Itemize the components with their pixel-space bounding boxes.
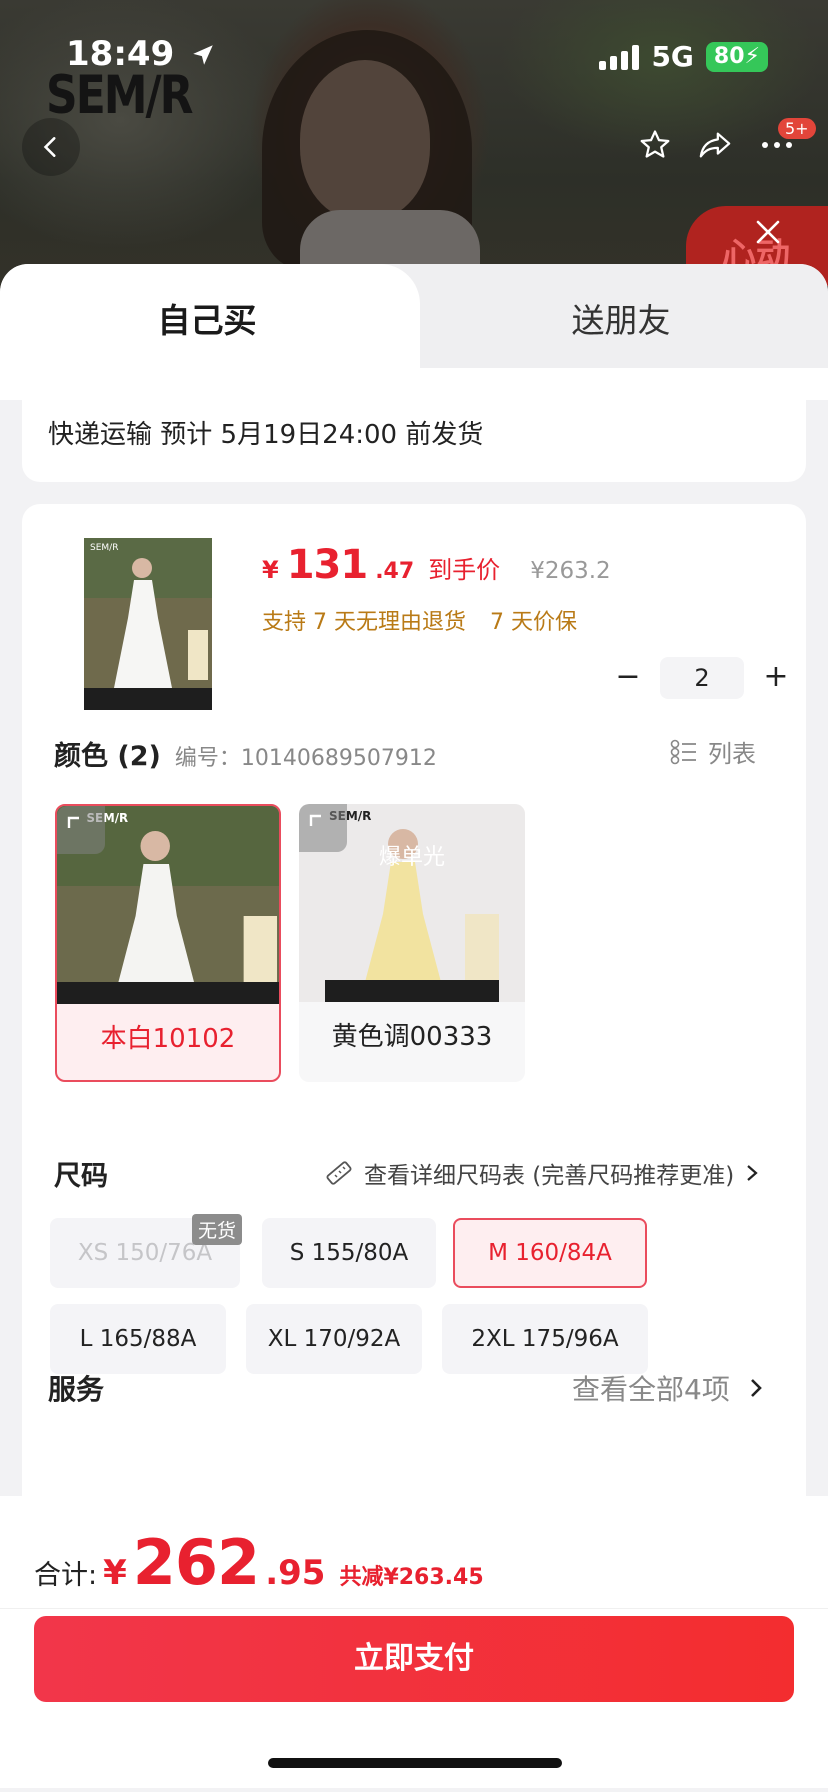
svg-text:SEM/R: SEM/R: [90, 543, 118, 553]
view-all-services-label: 查看全部4项: [572, 1373, 730, 1406]
pay-now-button[interactable]: 立即支付: [34, 1616, 794, 1702]
total-row: 合计: ¥262.95 共减¥263.45: [34, 1526, 484, 1599]
size-guide-label: 查看详细尺码表 (完善尺码推荐更准): [364, 1163, 735, 1189]
shipping-card: 快递运输 预计 5月19日24:00 前发货: [22, 400, 806, 482]
color-title: 颜色 (2): [54, 741, 161, 772]
signal-icon: [599, 44, 640, 70]
status-time: 18:49: [66, 34, 216, 74]
price-currency: ¥: [262, 556, 279, 584]
star-icon: [640, 130, 670, 158]
quantity-stepper: − 2 +: [606, 656, 798, 700]
battery-icon: 80⚡: [705, 41, 768, 72]
battery-level: 80: [713, 43, 745, 69]
size-option-l[interactable]: L 165/88A: [50, 1304, 226, 1374]
color-option-label: 本白10102: [100, 1024, 236, 1054]
size-guide-link[interactable]: 查看详细尺码表 (完善尺码推荐更准): [324, 1156, 760, 1190]
total-label: 合计:: [34, 1560, 98, 1591]
shipping-estimate: 快递运输 预计 5月19日24:00 前发货: [48, 420, 484, 450]
expand-icon[interactable]: [299, 804, 347, 852]
out-of-stock-badge: 无货: [192, 1214, 243, 1245]
expand-icon[interactable]: [57, 806, 105, 854]
total-integer: 262: [132, 1526, 260, 1599]
time-text: 18:49: [66, 34, 175, 74]
purchase-tabs: 自己买 送朋友: [0, 264, 828, 400]
service-title: 服务: [48, 1373, 105, 1406]
color-option-label: 黄色调00333: [331, 1022, 493, 1052]
total-discount: 共减¥263.45: [339, 1565, 484, 1590]
size-option-m[interactable]: M 160/84A: [453, 1218, 647, 1288]
original-price: ¥263.2: [530, 558, 611, 584]
total-decimal: .95: [265, 1553, 326, 1593]
status-bar: 18:49 5G 80⚡: [0, 0, 828, 100]
price-decimal: .47: [375, 559, 415, 584]
tab-send-friend[interactable]: 送朋友: [414, 294, 828, 342]
product-thumbnail: SEM/R: [84, 538, 212, 710]
notification-badge: 5+: [778, 118, 816, 139]
ruler-icon: [326, 1161, 352, 1185]
color-option-yellow[interactable]: SEM/R 爆单光 黄色调00333: [299, 804, 525, 1082]
more-dots-icon: [762, 142, 792, 148]
favorite-button[interactable]: [630, 120, 680, 170]
network-label: 5G: [651, 40, 694, 73]
view-all-services-link[interactable]: 查看全部4项: [572, 1368, 764, 1408]
purchase-sheet: 自己买 送朋友 快递运输 预计 5月19日24:00 前发货 SEM/R ¥13…: [0, 264, 828, 1792]
close-button[interactable]: [748, 212, 788, 252]
list-view-toggle[interactable]: 列表: [670, 734, 756, 769]
size-option-s[interactable]: S 155/80A: [262, 1218, 436, 1288]
color-header: 颜色 (2) 编号：10140689507912: [54, 734, 437, 773]
decrease-quantity-button[interactable]: −: [606, 656, 650, 700]
final-price-label: 到手价: [428, 556, 501, 584]
chevron-right-icon: [750, 1379, 762, 1397]
price-protection: 7 天价保: [489, 610, 577, 635]
total-currency: ¥: [103, 1553, 127, 1593]
return-policy: 支持 7 天无理由退货: [262, 610, 466, 635]
status-indicators: 5G 80⚡: [599, 40, 768, 73]
price-integer: 131: [286, 542, 368, 588]
price-row: ¥131 .47 到手价 ¥263.2: [262, 542, 611, 588]
quantity-value[interactable]: 2: [660, 657, 744, 699]
share-button[interactable]: [690, 120, 740, 170]
divider: [0, 1608, 828, 1609]
size-option-2xl[interactable]: 2XL 175/96A: [442, 1304, 648, 1374]
close-icon: [756, 220, 780, 244]
increase-quantity-button[interactable]: +: [754, 656, 798, 700]
color-option-white[interactable]: SEM/R 本白10102: [55, 804, 281, 1082]
service-promises: 支持 7 天无理由退货 7 天价保: [262, 604, 577, 636]
back-button[interactable]: [22, 118, 80, 176]
product-options-card: SEM/R ¥131 .47 到手价 ¥263.2 支持 7 天无理由退货 7 天…: [22, 504, 806, 1568]
size-option-xl[interactable]: XL 170/92A: [246, 1304, 422, 1374]
list-label: 列表: [708, 740, 756, 768]
overlay-text: 爆单光: [379, 845, 445, 870]
location-arrow-icon: [193, 45, 213, 65]
product-code: 编号：10140689507912: [174, 746, 437, 771]
chevron-right-icon: [747, 1165, 758, 1181]
tab-buy-self[interactable]: 自己买: [0, 294, 414, 342]
share-icon: [699, 132, 731, 158]
checkout-bar: 合计: ¥262.95 共减¥263.45 立即支付: [0, 1496, 828, 1788]
chevron-left-icon: [43, 137, 56, 157]
home-indicator: [268, 1758, 562, 1768]
size-title: 尺码: [54, 1161, 108, 1192]
list-icon: [670, 739, 696, 764]
